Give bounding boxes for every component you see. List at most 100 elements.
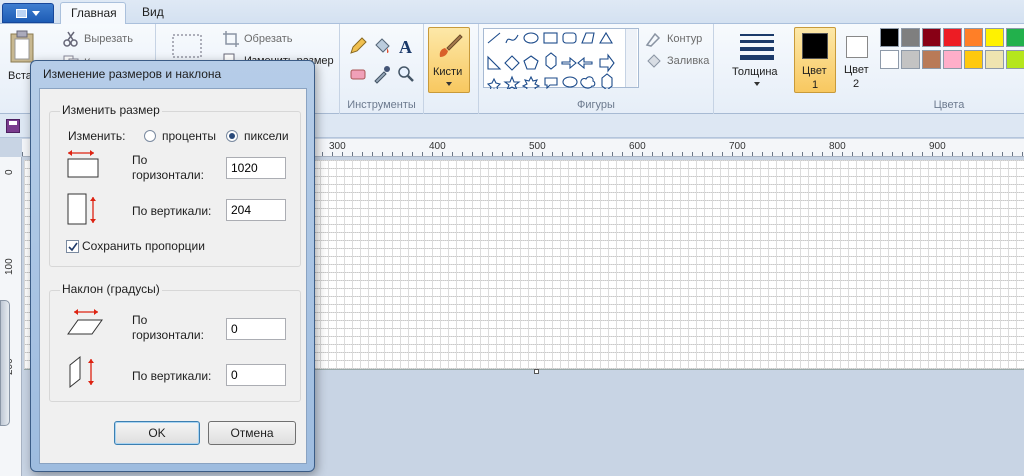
ruler-tick [932, 152, 933, 156]
thickness-dropdown-icon [754, 82, 760, 86]
ruler-tick [832, 152, 833, 156]
fill-label: Заливка [667, 55, 710, 67]
save-icon[interactable] [6, 119, 20, 133]
file-menu-button[interactable] [2, 3, 54, 23]
ruler-tick [572, 152, 573, 156]
resize-horizontal-label-line2: горизонтали: [132, 168, 204, 182]
ruler-tick [872, 152, 873, 156]
palette-swatch[interactable] [922, 28, 941, 47]
ruler-tick [632, 152, 633, 156]
palette-swatch[interactable] [1006, 28, 1024, 47]
ruler-tick [592, 152, 593, 156]
brushes-button[interactable]: Кисти [428, 27, 470, 93]
resize-horizontal-icon [67, 150, 99, 178]
fill-bucket-icon[interactable] [372, 36, 392, 56]
percent-label: проценты [162, 129, 217, 143]
thickness-button[interactable]: Толщина [724, 28, 790, 94]
skew-group-label: Наклон (градусы) [60, 282, 162, 296]
palette-swatch[interactable] [1006, 50, 1024, 69]
color-picker-icon[interactable] [372, 64, 392, 84]
ruler-tick [422, 152, 423, 156]
fill-button[interactable]: Заливка [645, 52, 709, 70]
palette-swatch[interactable] [880, 50, 899, 69]
ruler-tick [782, 152, 783, 156]
canvas-resize-handle[interactable] [534, 369, 539, 374]
tab-view[interactable]: Вид [132, 2, 172, 25]
palette-swatch[interactable] [901, 28, 920, 47]
skew-vertical-label: По вертикали: [132, 369, 212, 383]
resize-vertical-input[interactable] [226, 199, 286, 221]
ruler-tick [642, 152, 643, 156]
change-by-label: Изменить: [68, 129, 126, 143]
paste-icon [10, 30, 34, 63]
ruler-tick [902, 152, 903, 156]
outline-button[interactable]: Контур [645, 30, 702, 48]
ruler-tick [622, 152, 623, 156]
keep-ratio-checkbox[interactable] [66, 240, 79, 253]
text-tool-icon[interactable]: A [396, 36, 416, 56]
tab-home[interactable]: Главная [60, 2, 126, 25]
shapes-gallery[interactable] [483, 28, 639, 97]
ruler-tick [882, 152, 883, 156]
ruler-tick [952, 152, 953, 156]
palette-swatch[interactable] [964, 28, 983, 47]
color2-button[interactable]: Цвет 2 [838, 27, 878, 93]
ruler-tick [722, 152, 723, 156]
ruler-tick [582, 152, 583, 156]
ruler-label: 400 [429, 141, 446, 152]
resize-horizontal-input[interactable] [226, 157, 286, 179]
ruler-tick [1012, 152, 1013, 156]
ruler-tick [462, 152, 463, 156]
thickness-label: Толщина [732, 66, 778, 78]
crop-button[interactable]: Обрезать [222, 30, 293, 48]
ruler-tick [382, 152, 383, 156]
select-button[interactable] [170, 32, 204, 62]
ruler-tick [762, 152, 763, 156]
palette-swatch[interactable] [880, 28, 899, 47]
palette-swatch[interactable] [964, 50, 983, 69]
tools-label: Инструменты [347, 99, 416, 111]
ruler-tick [712, 152, 713, 156]
percent-radio[interactable] [144, 130, 156, 142]
palette-swatch[interactable] [943, 50, 962, 69]
ruler-label: 800 [829, 141, 846, 152]
eraser-icon[interactable] [348, 64, 368, 84]
ruler-tick [392, 152, 393, 156]
scissors-icon [63, 31, 78, 47]
ruler-tick [482, 152, 483, 156]
shapes-group: Контур Заливка Фигуры [478, 24, 714, 114]
palette-swatch[interactable] [985, 50, 1004, 69]
palette-swatch[interactable] [901, 50, 920, 69]
shapes-scrollbar[interactable] [625, 29, 637, 87]
palette-swatch[interactable] [922, 50, 941, 69]
pencil-icon[interactable] [348, 36, 368, 56]
checkmark-icon [68, 242, 78, 252]
ruler-tick [862, 152, 863, 156]
cancel-button[interactable]: Отмена [208, 421, 296, 445]
shapes-label: Фигуры [577, 99, 615, 111]
color1-swatch [802, 33, 828, 59]
palette-swatch[interactable] [985, 28, 1004, 47]
cut-button[interactable]: Вырезать [62, 30, 133, 48]
ruler-tick [512, 152, 513, 156]
magnifier-icon[interactable] [396, 64, 416, 84]
outline-icon [645, 32, 661, 47]
skew-vertical-input[interactable] [226, 364, 286, 386]
skew-horizontal-input[interactable] [226, 318, 286, 340]
ok-button[interactable]: OK [114, 421, 200, 445]
skew-horizontal-label-line1: По [132, 313, 148, 327]
ruler-tick [992, 152, 993, 156]
ruler-tick [812, 152, 813, 156]
ruler-tick [402, 152, 403, 156]
dialog-title: Изменение размеров и наклона [43, 67, 222, 81]
color1-button[interactable]: Цвет 1 [794, 27, 836, 93]
ruler-tick [1022, 152, 1023, 156]
palette-swatch[interactable] [943, 28, 962, 47]
vertical-scroll-handle[interactable] [0, 300, 10, 426]
ruler-tick [612, 152, 613, 156]
pixels-radio[interactable] [226, 130, 238, 142]
keep-ratio-label: Сохранить пропорции [82, 239, 205, 253]
shapes-icon [486, 31, 615, 97]
color1-label-line1: Цвет [802, 65, 827, 77]
svg-text:A: A [399, 37, 412, 56]
